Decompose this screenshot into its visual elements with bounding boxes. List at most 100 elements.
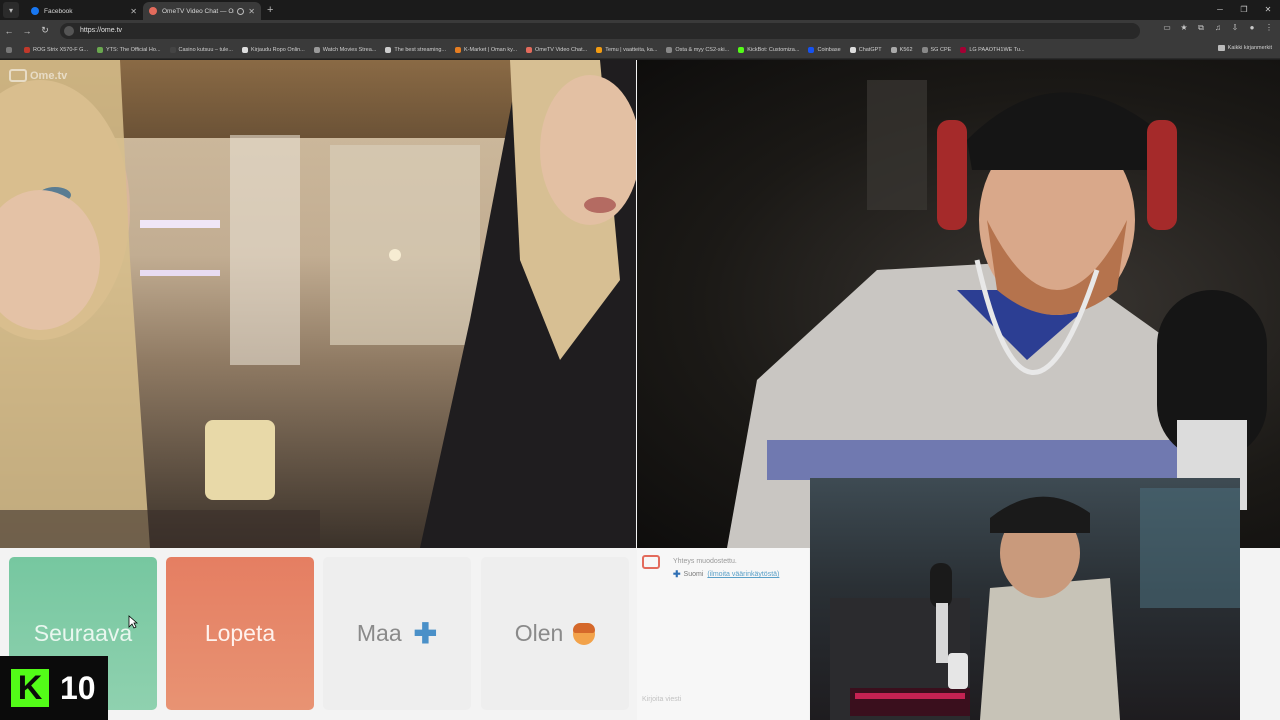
bookmark-favicon-icon — [385, 46, 392, 53]
bookmark-item[interactable]: KickBot: Customiza... — [738, 46, 800, 53]
chat-panel: Yhteys muodostettu. ✚ Suomi (ilmoita vää… — [637, 548, 809, 720]
bookmark-item[interactable]: Osta & myy CS2-ski... — [666, 46, 730, 53]
kick-follower-counter: K 10 — [0, 656, 108, 720]
stop-label: Lopeta — [204, 620, 276, 646]
bookmark-label: SG CPE — [930, 46, 952, 53]
bookmark-label: ROG Strix X570-F G... — [33, 46, 89, 53]
connection-status: Yhteys muodostettu. — [673, 558, 737, 565]
webcam-scene — [830, 488, 1240, 720]
apps-icon[interactable] — [6, 46, 15, 53]
forward-icon[interactable]: → — [18, 26, 36, 36]
report-abuse-link[interactable]: (ilmoita väärinkäytöstä) — [707, 571, 779, 578]
tab-ometv[interactable]: OmeTV Video Chat — Ome ✕ — [143, 2, 261, 20]
partner-country: ✚ Suomi (ilmoita väärinkäytöstä) — [673, 569, 779, 580]
bookmark-favicon-icon — [738, 46, 745, 53]
ometv-favicon-icon — [149, 7, 157, 15]
facebook-favicon-icon — [31, 7, 39, 15]
bookmark-item[interactable]: Watch Movies Strea... — [313, 46, 377, 53]
bookmark-label: Casino kutsuu – tule... — [178, 46, 233, 53]
kick-logo-icon: K — [11, 669, 49, 707]
next-label: Seuraava — [33, 620, 133, 646]
close-tab-icon[interactable]: ✕ — [248, 7, 255, 16]
bookmark-favicon-icon — [97, 46, 104, 53]
bookmark-label: Kirjaudu Ropo Onlin... — [250, 46, 305, 53]
all-bookmarks-label: Kaikki kirjanmerkit — [1227, 45, 1272, 51]
reload-icon[interactable]: ↻ — [36, 25, 54, 36]
tab-search-icon[interactable]: ▾ — [3, 2, 19, 18]
bookmark-label: LG PAAOTH1WE Tu... — [969, 46, 1025, 53]
bookmark-item[interactable]: K-Market | Oman ky... — [455, 46, 518, 53]
bookmark-item[interactable]: OmeTV Video Chat... — [526, 46, 588, 53]
bookmark-item[interactable]: Casino kutsuu – tule... — [169, 46, 233, 53]
close-window-icon[interactable]: ✕ — [1256, 0, 1280, 20]
ometv-logo-icon — [9, 69, 27, 82]
bookmark-label: K562 — [899, 46, 913, 53]
bookmark-item[interactable]: ROG Strix X570-F G... — [24, 46, 89, 53]
ometv-logo: Ome.tv — [9, 69, 67, 82]
back-icon[interactable]: ← — [0, 26, 18, 36]
bookmark-label: OmeTV Video Chat... — [535, 46, 588, 53]
new-tab-button[interactable]: + — [267, 4, 273, 16]
window-controls: ─ ❐ ✕ — [1208, 0, 1280, 20]
country-label: Maa — [356, 620, 402, 646]
bookmark-label: KickBot: Customiza... — [747, 46, 800, 53]
bookmark-favicon-icon — [169, 46, 176, 53]
bookmark-favicon-icon — [313, 46, 320, 53]
bookmark-item[interactable]: YTS: The Official Ho... — [97, 46, 161, 53]
url-text: https://ome.tv — [80, 27, 123, 34]
maximize-icon[interactable]: ❐ — [1232, 0, 1256, 20]
extensions-icon[interactable]: ⧉ — [1196, 23, 1206, 33]
chat-message-input[interactable]: Kirjoita viesti — [642, 696, 681, 703]
minimize-icon[interactable]: ─ — [1208, 0, 1232, 20]
bookmark-label: The best streaming... — [394, 46, 447, 53]
tab-facebook[interactable]: Facebook ✕ — [25, 2, 143, 20]
bookmark-label: ChatGPT — [858, 46, 882, 53]
downloads-icon[interactable]: ⇩ — [1230, 23, 1240, 33]
bookmark-favicon-icon — [526, 46, 533, 53]
bookmark-label: Watch Movies Strea... — [322, 46, 377, 53]
bookmark-label: Osta & myy CS2-ski... — [675, 46, 730, 53]
bookmark-item[interactable]: Kirjaudu Ropo Onlin... — [241, 46, 305, 53]
plus-icon: ✚ — [413, 618, 438, 649]
bookmark-label: Coinbase — [817, 46, 841, 53]
self-video — [637, 60, 1280, 548]
bookmark-favicon-icon — [808, 46, 815, 53]
bookmark-item[interactable]: The best streaming... — [385, 46, 447, 53]
media-icon[interactable]: ♫ — [1213, 23, 1223, 33]
ometv-chat-logo-icon — [642, 555, 660, 569]
address-bar[interactable]: https://ome.tv — [60, 22, 1140, 39]
bookmark-star-icon[interactable]: ★ — [1179, 23, 1189, 33]
mouse-cursor-icon — [128, 615, 138, 629]
bookmark-favicon-icon — [24, 46, 30, 53]
bookmark-favicon-icon — [666, 46, 673, 53]
close-tab-icon[interactable]: ✕ — [130, 7, 137, 16]
ometv-page: Ome.tv Seuraava Lopeta Maa ✚ Olen Yhteys… — [0, 60, 1280, 720]
bookmark-item[interactable]: Coinbase — [808, 46, 841, 53]
country-button[interactable]: Maa ✚ — [323, 557, 471, 710]
cast-icon[interactable]: ▭ — [1162, 23, 1172, 33]
kick-count: 10 — [60, 669, 96, 706]
profile-icon[interactable]: ● — [1247, 23, 1257, 33]
bookmark-item[interactable]: K562 — [890, 46, 913, 53]
bookmark-item[interactable]: SG CPE — [921, 46, 952, 53]
stop-button[interactable]: Lopeta — [166, 557, 314, 710]
bookmark-label: Temu | vaatteita, ka... — [605, 46, 658, 53]
bookmark-item[interactable]: LG PAAOTH1WE Tu... — [960, 46, 1025, 53]
toolbar-actions: ▭ ★ ⧉ ♫ ⇩ ● ⋮ — [1162, 23, 1274, 33]
gender-label: Olen — [514, 620, 564, 646]
bookmark-favicon-icon — [849, 46, 856, 53]
gender-button[interactable]: Olen — [481, 557, 629, 710]
tab-title: Facebook — [44, 7, 73, 15]
all-bookmarks-button[interactable]: Kaikki kirjanmerkit — [1217, 45, 1272, 51]
bookmark-favicon-icon — [921, 46, 928, 53]
country-name: Suomi — [683, 571, 704, 578]
bookmark-item[interactable]: ChatGPT — [849, 46, 882, 53]
bookmark-favicon-icon — [960, 46, 967, 53]
recording-indicator-icon — [237, 7, 245, 15]
logo-text: Ome.tv — [30, 69, 68, 82]
bookmark-label: K-Market | Oman ky... — [464, 46, 518, 53]
bookmarks-bar: ROG Strix X570-F G... YTS: The Official … — [0, 41, 1280, 59]
bookmark-item[interactable]: Temu | vaatteita, ka... — [596, 46, 658, 53]
menu-icon[interactable]: ⋮ — [1264, 23, 1274, 33]
site-info-icon[interactable] — [64, 25, 74, 36]
